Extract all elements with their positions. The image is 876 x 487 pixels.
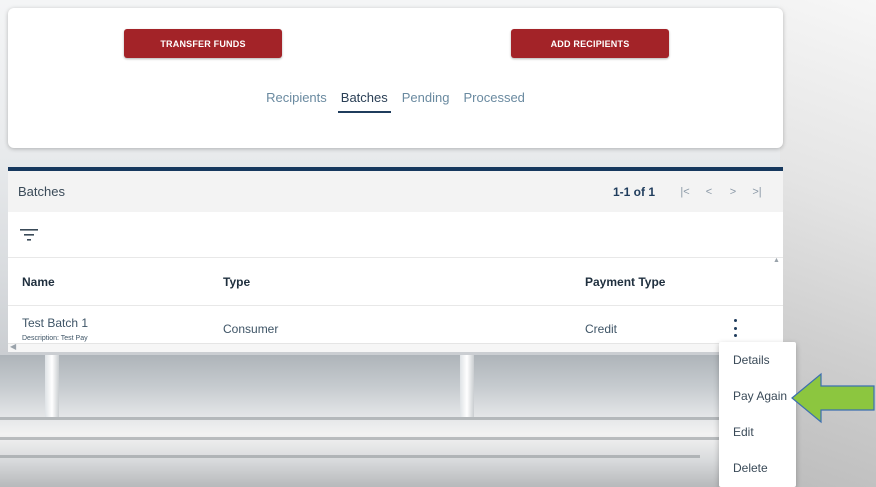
scroll-up-arrow-icon[interactable]: ▲ xyxy=(773,257,780,264)
transfer-funds-button[interactable]: TRANSFER FUNDS xyxy=(124,29,282,58)
column-header-payment-type[interactable]: Payment Type xyxy=(585,275,665,289)
next-page-button[interactable]: > xyxy=(721,186,745,198)
panel-header: Batches 1-1 of 1 |< < > >| xyxy=(8,171,783,212)
menu-item-pay-again[interactable]: Pay Again xyxy=(719,378,796,414)
row-actions-menu: Details Pay Again Edit Delete xyxy=(719,342,796,487)
background-stripe xyxy=(0,417,790,420)
tab-pending[interactable]: Pending xyxy=(395,88,457,113)
filter-row xyxy=(8,212,783,258)
first-page-button[interactable]: |< xyxy=(673,186,697,198)
background-building-band xyxy=(0,355,790,487)
menu-item-delete[interactable]: Delete xyxy=(719,450,796,486)
batch-name: Test Batch 1 xyxy=(22,315,89,330)
batch-description: Description: Test Pay xyxy=(22,334,88,342)
background-column xyxy=(460,355,474,417)
batch-name-cell: Test Batch 1 Description: Test Pay xyxy=(22,316,88,342)
pagination-range: 1-1 of 1 xyxy=(612,184,655,199)
batches-panel: Batches 1-1 of 1 |< < > >| Name Type Pay… xyxy=(8,167,783,352)
previous-page-button[interactable]: < xyxy=(697,186,721,198)
table-header: Name Type Payment Type xyxy=(8,258,783,306)
menu-item-edit[interactable]: Edit xyxy=(719,414,796,450)
panel-title: Batches xyxy=(18,184,65,199)
column-header-name[interactable]: Name xyxy=(22,275,55,289)
filter-icon[interactable] xyxy=(20,228,38,242)
column-header-type[interactable]: Type xyxy=(223,275,250,289)
last-page-button[interactable]: >| xyxy=(745,186,769,198)
tab-batches[interactable]: Batches xyxy=(334,88,395,113)
batch-type: Consumer xyxy=(223,321,279,336)
tab-processed[interactable]: Processed xyxy=(456,88,531,113)
menu-item-details[interactable]: Details xyxy=(719,342,796,378)
batch-payment-type: Credit xyxy=(585,321,618,336)
scroll-left-arrow-icon[interactable]: ◀ xyxy=(10,342,16,351)
pagination: 1-1 of 1 |< < > >| xyxy=(613,171,769,212)
background-stripe xyxy=(0,437,720,440)
tab-recipients[interactable]: Recipients xyxy=(259,88,334,113)
actions-card: TRANSFER FUNDS ADD RECIPIENTS Recipients… xyxy=(8,8,783,148)
add-recipients-button[interactable]: ADD RECIPIENTS xyxy=(511,29,669,58)
background-column xyxy=(45,355,59,417)
annotation-arrow-icon xyxy=(791,372,875,424)
horizontal-scrollbar[interactable]: ◀ xyxy=(8,342,783,352)
vertical-scrollbar[interactable]: ▲ ▼ xyxy=(770,257,783,350)
tab-bar: Recipients Batches Pending Processed xyxy=(8,88,783,113)
more-vertical-icon[interactable] xyxy=(730,319,740,337)
background-stripe xyxy=(0,455,700,458)
